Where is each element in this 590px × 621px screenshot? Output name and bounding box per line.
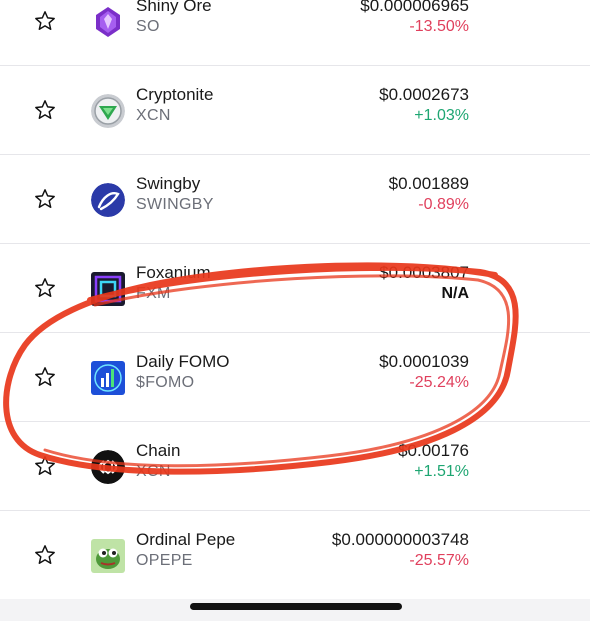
star-icon[interactable] [34,10,56,32]
coin-row-swingby[interactable]: Swingby SWINGBY $0.001889 -0.89% [0,155,590,244]
coin-name: Ordinal Pepe [136,530,236,549]
star-icon[interactable] [34,544,56,566]
coin-symbol: SWINGBY [136,196,214,213]
coin-name: Daily FOMO [136,352,230,371]
coin-change: +1.03% [414,107,469,124]
coin-symbol: XCN [136,107,171,124]
shiny-ore-gem-icon [91,5,125,39]
coin-change: -25.24% [409,374,469,391]
coin-row-shiny-ore[interactable]: Shiny Ore SO $0.000006965 -13.50% [0,0,590,66]
coin-symbol: $FOMO [136,374,195,391]
daily-fomo-icon [91,361,125,395]
star-icon[interactable] [34,99,56,121]
coin-row-ordinal-pepe[interactable]: Ordinal Pepe OPEPE $0.000000003748 -25.5… [0,511,590,600]
foxanium-icon [91,272,125,306]
coin-row-foxanium[interactable]: Foxanium FXM $0.0003807 N/A [0,244,590,333]
coin-symbol: XCN [136,463,171,480]
star-icon[interactable] [34,455,56,477]
coin-name: Chain [136,441,181,460]
coin-price: $0.0002673 [379,85,469,104]
coin-price: $0.000000003748 [331,530,469,549]
home-indicator[interactable] [190,603,402,610]
chain-icon [91,450,125,484]
coin-price: $0.000006965 [360,0,469,15]
star-icon[interactable] [34,277,56,299]
coin-change: -13.50% [409,18,469,35]
coin-change: -0.89% [418,196,469,213]
coin-price: $0.0003807 [379,263,469,282]
coin-row-chain[interactable]: Chain XCN $0.00176 +1.51% [0,422,590,511]
swingby-icon [91,183,125,217]
coin-name: Shiny Ore [136,0,212,15]
pepe-frog-icon [91,539,125,573]
coin-change: +1.51% [414,463,469,480]
coin-symbol: SO [136,18,160,35]
coin-name: Swingby [136,174,201,193]
star-icon[interactable] [34,366,56,388]
coin-price: $0.0001039 [379,352,469,371]
coin-symbol: OPEPE [136,552,193,569]
coin-change: N/A [441,285,469,302]
coin-name: Foxanium [136,263,211,282]
coin-price: $0.001889 [388,174,469,193]
coin-symbol: FXM [136,285,171,302]
coin-change: -25.57% [409,552,469,569]
coin-row-daily-fomo[interactable]: Daily FOMO $FOMO $0.0001039 -25.24% [0,333,590,422]
coin-row-cryptonite[interactable]: Cryptonite XCN $0.0002673 +1.03% [0,66,590,155]
coin-price: $0.00176 [398,441,469,460]
star-icon[interactable] [34,188,56,210]
coin-name: Cryptonite [136,85,214,104]
cryptonite-icon [91,94,125,128]
